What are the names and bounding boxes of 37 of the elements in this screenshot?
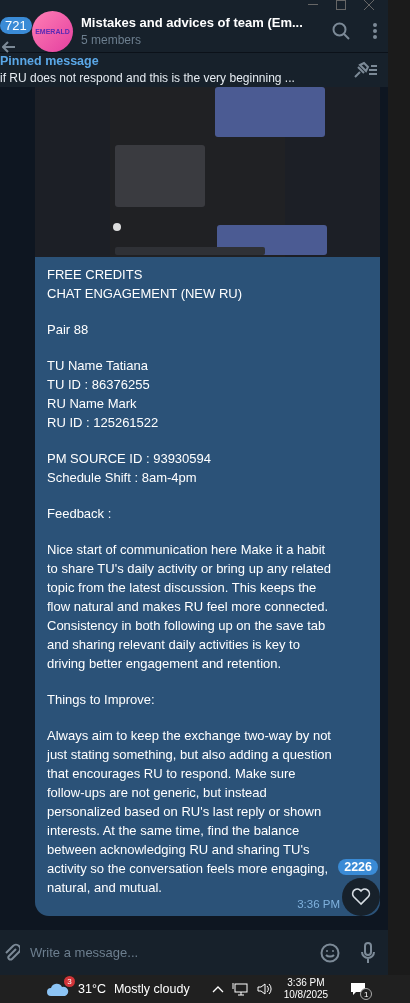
message-text: Always aim to keep the exchange two-way by not just stating something, but also adding a question that encourages RU to respond. Make sure follow-ups are not generic, but instead personalized based on RU's last reply or shown interests. At the same time, find the balance between acknowledging RU and sharing TU's activity so the conversation feels more engaging, natural, and mutual. — [47, 727, 333, 897]
close-icon[interactable] — [364, 0, 374, 11]
pinned-label[interactable]: Pinned message — [0, 54, 352, 69]
temperature[interactable]: 31°C — [78, 982, 106, 996]
volume-icon[interactable] — [255, 982, 272, 996]
pin-list-icon[interactable] — [352, 60, 378, 79]
message-text: Things to Improve: — [47, 691, 156, 709]
weather-condition[interactable]: Mostly cloudy — [113, 982, 190, 996]
attach-icon[interactable] — [4, 942, 20, 963]
back-arrow-icon[interactable] — [2, 40, 16, 53]
message-text: Pair 88 — [47, 321, 90, 339]
message-text: PM SOURCE ID : 93930594 Schedule Shift : 8am-4pm — [47, 450, 213, 487]
message-text: FREE CREDITS CHAT ENGAGEMENT (NEW RU) — [47, 266, 243, 303]
clock-date[interactable]: 10/8/2025 — [283, 989, 329, 1001]
minimize-icon[interactable] — [308, 4, 318, 7]
message-text: Feedback : — [47, 505, 113, 523]
network-icon[interactable] — [231, 982, 248, 996]
chat-title: Mistakes and advices of team (Em... — [81, 15, 303, 31]
weather-cloud-icon[interactable] — [46, 981, 70, 997]
unread-count-badge: 2226 — [338, 859, 378, 875]
notification-count: 1 — [360, 988, 373, 1000]
unread-badge: 721 — [0, 16, 32, 34]
pinned-text[interactable]: if RU does not respond and this is the very beginning ... — [0, 71, 352, 86]
microphone-icon[interactable] — [360, 941, 376, 964]
maximize-icon[interactable] — [336, 0, 346, 11]
message-text: TU Name Tatiana TU ID : 86376255 RU Name Mark RU ID : 125261522 — [47, 357, 160, 432]
clock-time[interactable]: 3:36 PM — [287, 977, 325, 989]
caret-up-icon[interactable] — [211, 985, 224, 993]
emoji-icon[interactable] — [320, 942, 340, 963]
message-time: 3:36 PM — [297, 898, 340, 910]
notification-icon[interactable] — [350, 982, 367, 996]
member-count: 5 members — [81, 33, 143, 48]
heart-icon — [351, 888, 371, 906]
more-icon[interactable] — [372, 22, 378, 41]
weather-alert-badge: 3 — [64, 976, 75, 987]
search-icon[interactable] — [332, 22, 350, 41]
message-text: Nice start of communication here Make it a habit to share TU's daily activity or bring up any related topic from the latest discussion. This keeps the flow natural and makes RU feel more connected. Consistency in both following up on the save tab and sharing relevant daily activities is key to driving better engagement and retention. — [47, 541, 333, 673]
